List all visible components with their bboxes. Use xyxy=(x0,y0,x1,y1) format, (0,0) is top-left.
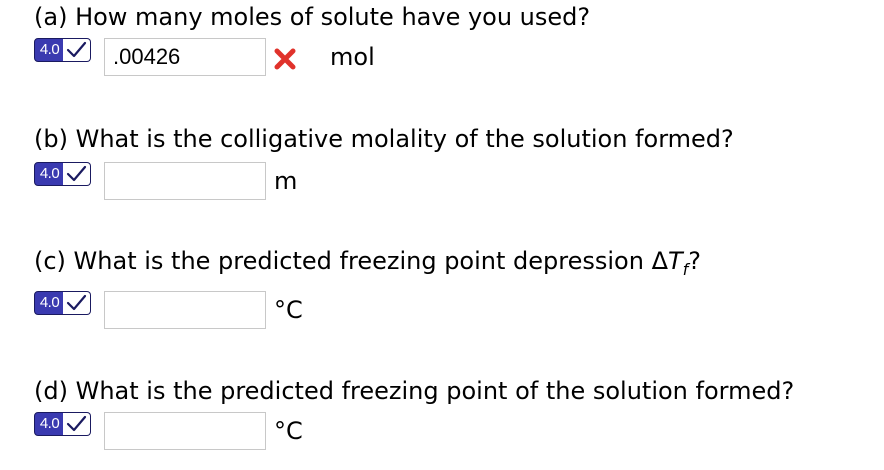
question-b-text: (b) What is the colligative molality of … xyxy=(34,125,734,153)
question-b-answer-row: 4.0 m xyxy=(34,162,884,202)
score-badge[interactable]: 4.0 xyxy=(34,291,92,315)
unit-label-a: mol xyxy=(330,43,375,71)
answer-input-a[interactable] xyxy=(104,38,266,76)
red-x-icon xyxy=(274,48,296,70)
question-c-text-prefix: (c) What is the predicted freezing point… xyxy=(34,247,668,275)
answer-input-d[interactable] xyxy=(104,412,266,450)
score-badge-value: 4.0 xyxy=(34,38,65,62)
question-b: (b) What is the colligative molality of … xyxy=(34,124,884,202)
checkmark-icon xyxy=(63,291,91,315)
score-badge[interactable]: 4.0 xyxy=(34,162,92,186)
question-c-text-suffix: ? xyxy=(688,247,702,275)
answer-input-b[interactable] xyxy=(104,162,266,200)
question-c-text-sub: f xyxy=(682,260,689,279)
checkmark-icon xyxy=(63,162,91,186)
score-badge-value: 4.0 xyxy=(34,291,65,315)
unit-label-b: m xyxy=(274,167,298,195)
question-a: (a) How many moles of solute have you us… xyxy=(34,2,884,78)
question-a-text: (a) How many moles of solute have you us… xyxy=(34,3,591,31)
unit-label-c: °C xyxy=(274,296,303,324)
question-a-answer-row: 4.0 mol xyxy=(34,38,884,78)
unit-label-d: °C xyxy=(274,417,303,445)
answer-input-c[interactable] xyxy=(104,291,266,329)
question-d-text: (d) What is the predicted freezing point… xyxy=(34,377,795,405)
question-d: (d) What is the predicted freezing point… xyxy=(34,376,884,452)
question-c: (c) What is the predicted freezing point… xyxy=(34,246,884,331)
question-c-text-var: T xyxy=(667,247,683,275)
score-badge[interactable]: 4.0 xyxy=(34,412,92,436)
question-d-answer-row: 4.0 °C xyxy=(34,412,884,452)
score-badge[interactable]: 4.0 xyxy=(34,38,92,62)
question-c-answer-row: 4.0 °C xyxy=(34,291,884,331)
question-c-text: (c) What is the predicted freezing point… xyxy=(34,246,884,279)
score-badge-value: 4.0 xyxy=(34,162,65,186)
checkmark-icon xyxy=(63,412,91,436)
checkmark-icon xyxy=(63,38,91,62)
score-badge-value: 4.0 xyxy=(34,412,65,436)
